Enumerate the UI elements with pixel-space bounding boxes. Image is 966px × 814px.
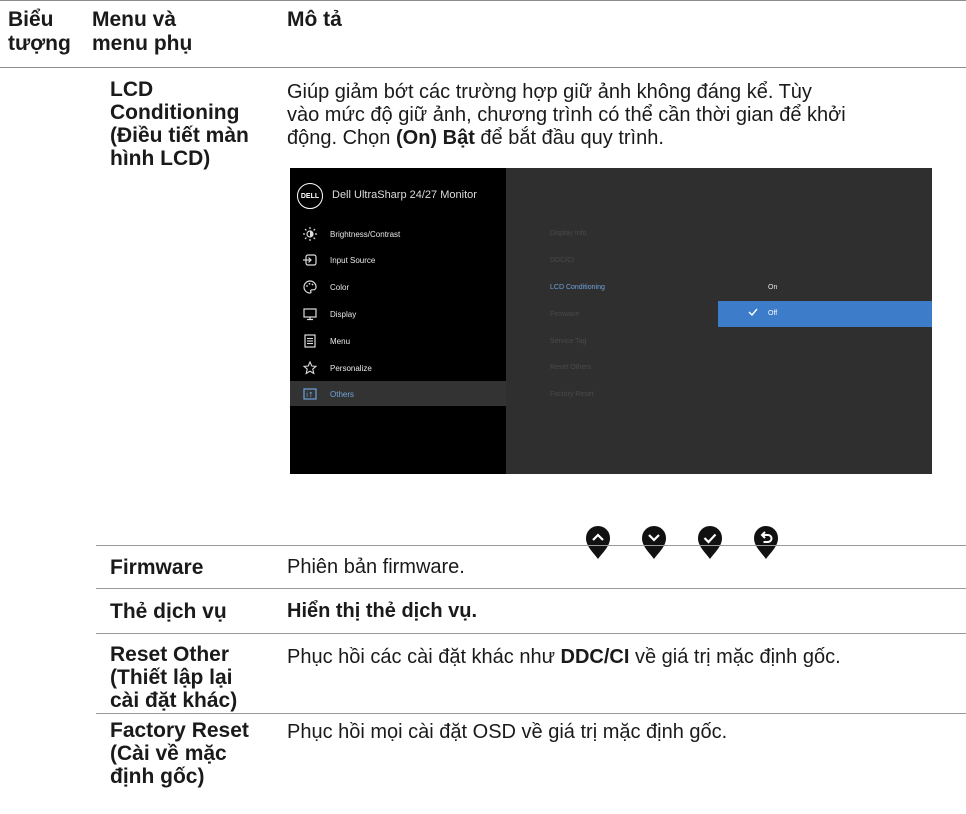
reset-other-name-line1: Reset Other (110, 643, 230, 666)
display-icon (302, 306, 318, 322)
osd-submenu-service-tag[interactable]: Service Tag (550, 338, 586, 345)
osd-menu-label: Menu (330, 336, 351, 346)
osd-submenu-factory-reset[interactable]: Factory Reset (550, 391, 594, 398)
lcd-desc-line1: Giúp giảm bớt các trường hợp giữ ảnh khô… (287, 81, 812, 103)
lcd-name-line1: LCD (110, 78, 154, 101)
row-desc-firmware: Phiên bản firmware. (287, 556, 465, 578)
down-button-icon[interactable] (641, 526, 667, 560)
row-rule-firmware-bottom (96, 588, 966, 589)
dell-logo: DELL (297, 183, 323, 209)
osd-menu-others[interactable]: i↑ Others (290, 381, 506, 407)
reset-other-name-line3: cài đặt khác) (110, 689, 238, 712)
reset-other-desc-suffix: về giá trị mặc định gốc. (629, 646, 841, 668)
reset-other-desc-bold: DDC/CI (560, 646, 630, 668)
osd-menu-label: Color (330, 282, 350, 292)
osd-menu-label: Others (330, 389, 355, 399)
confirm-button-icon[interactable] (697, 526, 723, 560)
brightness-icon (302, 226, 318, 242)
osd-submenu-display-info[interactable]: Display Info (550, 230, 587, 237)
up-button-icon[interactable] (585, 526, 611, 560)
row-desc-factory-reset: Phục hồi mọi cài đặt OSD về giá trị mặc … (287, 721, 728, 743)
top-rule (0, 0, 966, 1)
row-name-service-tag: Thẻ dịch vụ (110, 600, 227, 623)
header-menu-col: Menu và menu phụ (92, 8, 192, 56)
header-icon-line2: tượng (8, 32, 71, 55)
factory-reset-name-line3: định gốc) (110, 765, 205, 788)
color-palette-icon (302, 279, 318, 295)
osd-menu-input-source[interactable]: Input Source (290, 247, 506, 273)
row-name-firmware: Firmware (110, 556, 204, 579)
lcd-desc-line3: động. Chọn (On) Bật để bắt đầu quy trình… (287, 127, 957, 150)
svg-text:i↑: i↑ (306, 391, 314, 399)
lcd-name-line3: (Điều tiết màn (110, 124, 249, 147)
row-name-lcd-conditioning: LCD Conditioning (Điều tiết màn hình LCD… (110, 78, 249, 170)
header-desc-col: Mô tả (287, 8, 342, 31)
osd-submenu-reset-others[interactable]: Reset Others (550, 364, 591, 371)
header-rule (0, 67, 966, 68)
header-menu-line2: menu phụ (92, 32, 193, 55)
lcd-name-line2: Conditioning (110, 101, 240, 124)
row-rule-reset-other-bottom (96, 713, 966, 714)
lcd-desc-line2: vào mức độ giữ ảnh, chương trình có thể … (287, 104, 846, 126)
header-icon-col: Biểu tượng (8, 8, 71, 56)
osd-menu-label: Brightness/Contrast (330, 229, 401, 239)
factory-reset-name-line1: Factory Reset (110, 719, 249, 742)
factory-reset-name-line2: (Cài về mặc (110, 742, 227, 765)
others-icon: i↑ (302, 386, 318, 402)
menu-icon (302, 333, 318, 349)
osd-menu-label: Display (330, 309, 357, 319)
osd-submenu-firmware[interactable]: Firmware (550, 311, 579, 318)
osd-option-off[interactable]: Off (718, 301, 932, 327)
osd-submenu-lcd-conditioning[interactable]: LCD Conditioning (550, 284, 605, 291)
back-button-icon[interactable] (753, 526, 779, 560)
osd-menu-personalize[interactable]: Personalize (290, 355, 506, 381)
osd-menu-display[interactable]: Display (290, 301, 506, 327)
input-source-icon (302, 252, 318, 268)
header-icon-line1: Biểu (8, 8, 54, 31)
osd-title: Dell UltraSharp 24/27 Monitor (332, 189, 477, 201)
osd-menu-label: Personalize (330, 363, 372, 373)
lcd-desc-bold: (On) Bật (395, 127, 475, 149)
row-rule-service-tag-bottom (96, 633, 966, 634)
row-desc-reset-other: Phục hồi các cài đặt khác như DDC/CI về … (287, 646, 841, 669)
star-icon (302, 360, 318, 376)
lcd-name-line4: hình LCD) (110, 147, 211, 170)
lcd-desc-prefix: động. Chọn (287, 127, 396, 149)
reset-other-name-line2: (Thiết lập lại (110, 666, 233, 689)
header-menu-line1: Menu và (92, 8, 177, 31)
row-name-factory-reset: Factory Reset (Cài về mặc định gốc) (110, 719, 249, 788)
osd-submenu-ddc-ci[interactable]: DDC/CI (550, 257, 574, 264)
osd-option-on[interactable]: On (768, 284, 777, 291)
osd-menu-label: Input Source (330, 255, 376, 265)
row-rule-firmware-top (96, 545, 966, 546)
checkmark-icon (748, 308, 758, 318)
osd-main-menu-footer (290, 406, 506, 474)
osd-screenshot: DELL Dell UltraSharp 24/27 Monitor Brigh… (290, 168, 932, 474)
row-desc-service-tag: Hiển thị thẻ dịch vụ. (287, 600, 478, 622)
lcd-desc-suffix: để bắt đầu quy trình. (474, 127, 664, 149)
reset-other-desc-prefix: Phục hồi các cài đặt khác như (287, 646, 561, 668)
osd-menu-menu[interactable]: Menu (290, 328, 506, 354)
row-desc-lcd-conditioning: Giúp giảm bớt các trường hợp giữ ảnh khô… (287, 81, 957, 150)
row-name-reset-other: Reset Other (Thiết lập lại cài đặt khác) (110, 643, 237, 712)
osd-menu-brightness-contrast[interactable]: Brightness/Contrast (290, 221, 506, 247)
osd-menu-color[interactable]: Color (290, 274, 506, 300)
osd-option-off-label: Off (768, 310, 778, 317)
